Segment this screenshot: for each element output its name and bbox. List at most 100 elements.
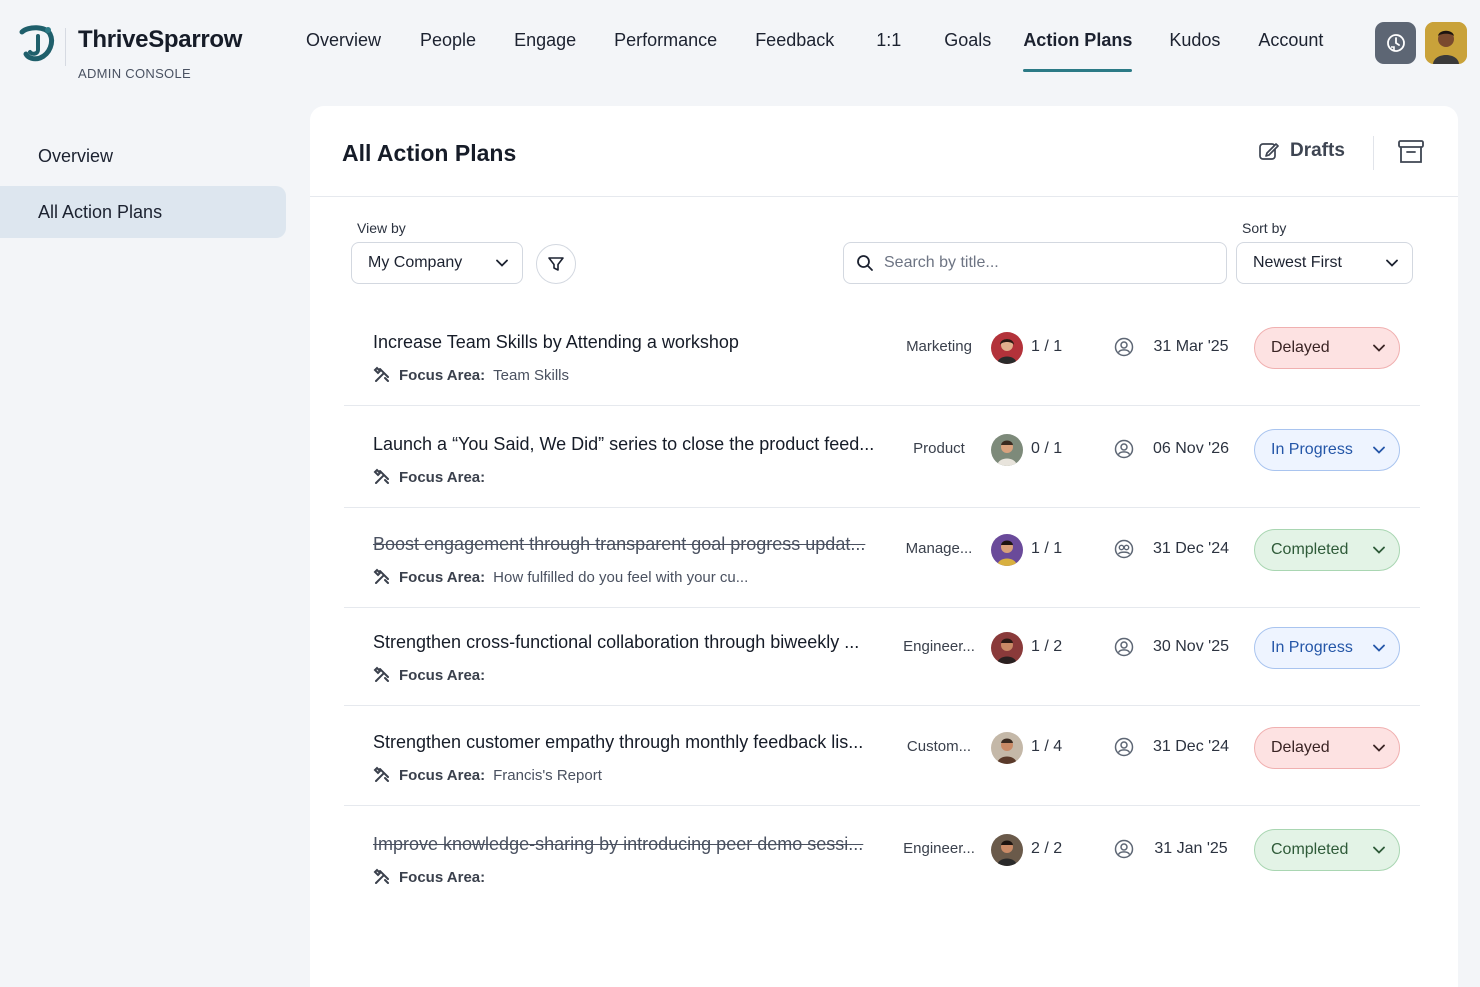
- focus-area: Focus Area:: [373, 868, 493, 886]
- focus-area-label: Focus Area:: [399, 468, 486, 486]
- action-plan-row[interactable]: Boost engagement through transparent goa…: [344, 508, 1420, 608]
- status-dropdown[interactable]: Completed: [1254, 529, 1400, 571]
- chevron-down-icon: [1373, 446, 1385, 454]
- clock-refresh-icon: [1386, 34, 1405, 52]
- page-title: All Action Plans: [342, 140, 517, 166]
- plan-title[interactable]: Launch a “You Said, We Did” series to cl…: [373, 434, 895, 455]
- owner-avatar: [991, 732, 1023, 764]
- focus-area-label: Focus Area:: [399, 868, 486, 886]
- chevron-down-icon: [496, 259, 508, 267]
- action-plan-row[interactable]: Launch a “You Said, We Did” series to cl…: [344, 408, 1420, 508]
- user-circle-icon[interactable]: [1114, 439, 1134, 459]
- due-date: 31 Jan '25: [1154, 840, 1228, 857]
- status-label: Delayed: [1271, 739, 1330, 756]
- status-label: In Progress: [1271, 639, 1353, 656]
- plan-title[interactable]: Boost engagement through transparent goa…: [373, 534, 895, 555]
- view-by-select[interactable]: My Company: [351, 242, 523, 284]
- chevron-down-icon: [1373, 546, 1385, 554]
- avatar-image: [991, 332, 1023, 364]
- status-dropdown[interactable]: In Progress: [1254, 627, 1400, 669]
- filter-button[interactable]: [536, 244, 576, 284]
- sidebar-item-overview[interactable]: Overview: [0, 130, 286, 182]
- progress-count: 1 / 1: [1031, 338, 1063, 355]
- brand-divider: [65, 28, 66, 66]
- focus-area: Focus Area: Team Skills: [373, 366, 569, 384]
- sort-by-label: Sort by: [1242, 220, 1287, 236]
- header-separator: [1373, 136, 1374, 170]
- brand-name: ThriveSparrow: [78, 26, 243, 53]
- brand: ThriveSparrow ADMIN CONSOLE: [78, 26, 242, 81]
- nav-item-engage[interactable]: Engage: [514, 30, 576, 72]
- avatar-image: [991, 434, 1023, 466]
- focus-area-value: Team Skills: [493, 366, 569, 384]
- status-dropdown[interactable]: Delayed: [1254, 727, 1400, 769]
- search-box[interactable]: [843, 242, 1227, 284]
- action-plan-row[interactable]: Strengthen customer empathy through mont…: [344, 706, 1420, 806]
- focus-area: Focus Area: How fulfilled do you feel wi…: [373, 568, 748, 586]
- owner-avatar: [991, 332, 1023, 364]
- nav-item-kudos[interactable]: Kudos: [1169, 30, 1220, 72]
- chevron-down-icon: [1386, 259, 1398, 267]
- nav-item-overview[interactable]: Overview: [306, 30, 381, 72]
- tools-icon: [373, 868, 389, 884]
- user-circle-icon[interactable]: [1114, 839, 1134, 859]
- focus-area-label: Focus Area:: [399, 366, 486, 384]
- main-nav: Overview People Engage Performance Feedb…: [306, 30, 1323, 72]
- avatar-image: [991, 632, 1023, 664]
- department: Engineer...: [903, 840, 975, 857]
- nav-item-performance[interactable]: Performance: [614, 30, 717, 72]
- nav-item-feedback[interactable]: Feedback: [755, 30, 834, 72]
- status-dropdown[interactable]: In Progress: [1254, 429, 1400, 471]
- status-dropdown[interactable]: Completed: [1254, 829, 1400, 871]
- focus-area: Focus Area:: [373, 468, 493, 486]
- status-label: Completed: [1271, 541, 1349, 558]
- nav-item-one-on-one[interactable]: 1:1: [876, 30, 901, 72]
- nav-item-account[interactable]: Account: [1258, 30, 1323, 72]
- archive-box-icon[interactable]: [1397, 138, 1425, 166]
- user-avatar[interactable]: [1425, 22, 1467, 64]
- due-date: 31 Mar '25: [1153, 338, 1229, 355]
- owner-avatar: [991, 834, 1023, 866]
- nav-item-people[interactable]: People: [420, 30, 476, 72]
- top-bar: ThriveSparrow ADMIN CONSOLE Overview Peo…: [0, 0, 1480, 96]
- nav-item-goals[interactable]: Goals: [944, 30, 991, 72]
- view-by-value: My Company: [368, 254, 463, 271]
- plan-title[interactable]: Strengthen cross-functional collaboratio…: [373, 632, 895, 653]
- user-circle-icon[interactable]: [1114, 637, 1134, 657]
- action-plan-row[interactable]: Improve knowledge-sharing by introducing…: [344, 808, 1420, 908]
- user-group-icon[interactable]: [1114, 539, 1134, 559]
- nav-item-action-plans[interactable]: Action Plans: [1023, 30, 1133, 72]
- focus-area-value: How fulfilled do you feel with your cu..…: [493, 568, 749, 586]
- edit-icon: [1259, 143, 1279, 160]
- focus-area-label: Focus Area:: [399, 766, 486, 784]
- progress-count: 2 / 2: [1031, 840, 1063, 857]
- user-circle-icon[interactable]: [1114, 337, 1134, 357]
- thrivesparrow-logo-icon[interactable]: [18, 24, 56, 64]
- plan-title[interactable]: Increase Team Skills by Attending a work…: [373, 332, 895, 353]
- plan-title[interactable]: Improve knowledge-sharing by introducing…: [373, 834, 895, 855]
- owner-avatar: [991, 434, 1023, 466]
- action-plan-row[interactable]: Increase Team Skills by Attending a work…: [344, 306, 1420, 406]
- progress-count: 1 / 4: [1031, 738, 1063, 755]
- progress-count: 0 / 1: [1031, 440, 1063, 457]
- focus-area-value: Francis's Report: [493, 766, 602, 784]
- settings-button[interactable]: [1375, 22, 1416, 64]
- drafts-label: Drafts: [1290, 140, 1345, 161]
- action-plan-row[interactable]: Strengthen cross-functional collaboratio…: [344, 606, 1420, 706]
- department: Engineer...: [903, 638, 975, 655]
- owner-avatar: [991, 632, 1023, 664]
- tools-icon: [373, 766, 389, 782]
- focus-area: Focus Area:: [373, 666, 493, 684]
- user-circle-icon[interactable]: [1114, 737, 1134, 757]
- tools-icon: [373, 666, 389, 682]
- search-input[interactable]: [884, 254, 1204, 272]
- tools-icon: [373, 568, 389, 584]
- sort-by-select[interactable]: Newest First: [1236, 242, 1413, 284]
- focus-area: Focus Area: Francis's Report: [373, 766, 602, 784]
- plan-title[interactable]: Strengthen customer empathy through mont…: [373, 732, 895, 753]
- status-label: Delayed: [1271, 339, 1330, 356]
- drafts-button[interactable]: Drafts: [1258, 140, 1345, 162]
- status-dropdown[interactable]: Delayed: [1254, 327, 1400, 369]
- chevron-down-icon: [1373, 744, 1385, 752]
- sidebar-item-all-action-plans[interactable]: All Action Plans: [0, 186, 286, 238]
